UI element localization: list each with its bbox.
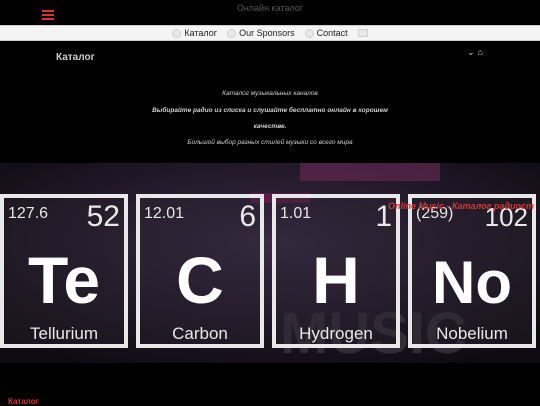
element-mass: 12.01 xyxy=(144,205,184,222)
nav-label: Contact xyxy=(316,28,348,38)
element-symbol: No xyxy=(432,249,512,316)
element-name: Nobelium xyxy=(436,324,508,343)
element-mass: 1.01 xyxy=(280,205,311,222)
nav-item-catalog[interactable]: Каталог xyxy=(172,28,217,38)
nav-bullet-icon xyxy=(172,28,182,38)
element-number: 6 xyxy=(239,200,256,233)
element-tile: 12.01 6 C Carbon xyxy=(136,194,264,348)
description-line: Выбирайте радио из списка и слушайте бес… xyxy=(152,107,388,114)
header-icons: ⌄ ⌂ xyxy=(467,47,483,58)
element-name: Hydrogen xyxy=(299,324,373,343)
top-bar: Онлайн каталог xyxy=(0,0,540,26)
element-tile: 127.6 52 Te Tellurium xyxy=(0,194,128,348)
element-symbol: Te xyxy=(28,243,100,317)
banner-artwork: MUSIC 127.6 52 Te Tellurium 12.01 6 C Ca… xyxy=(0,163,540,363)
nav-item-sponsors[interactable]: Our Sponsors xyxy=(227,28,295,38)
element-tile: (259) 102 No Nobelium xyxy=(408,194,536,348)
nav-bullet-icon xyxy=(227,28,237,38)
nav-label: Our Sponsors xyxy=(239,28,295,38)
chevron-down-icon[interactable]: ⌄ xyxy=(467,47,475,58)
page-title: Каталог xyxy=(56,52,95,63)
element-number: 52 xyxy=(87,200,120,233)
marquee-text: Online Music - Каталог радиост xyxy=(387,201,534,211)
site-title: Онлайн каталог xyxy=(236,3,304,13)
element-name: Tellurium xyxy=(30,324,98,343)
description-line: качестве. xyxy=(253,123,287,130)
nav-item-contact[interactable]: Contact xyxy=(304,28,348,38)
nav-label: Каталог xyxy=(184,28,218,38)
element-name: Carbon xyxy=(172,324,228,343)
element-tile: 1.01 1 H Hydrogen xyxy=(272,194,400,348)
nav-extra-icon[interactable] xyxy=(357,29,368,37)
element-mass: 127.6 xyxy=(8,205,48,222)
nav-bar: Каталог Our Sponsors Contact xyxy=(0,25,540,41)
description-line: Большой выбор разных стилей музыки со вс… xyxy=(187,139,353,146)
nav-bullet-icon xyxy=(304,28,314,38)
element-symbol: H xyxy=(312,243,360,317)
description-line: Каталог музыкальных каналов xyxy=(222,90,318,97)
element-symbol: C xyxy=(176,243,224,317)
techno-banner: MUSIC 127.6 52 Te Tellurium 12.01 6 C Ca… xyxy=(0,163,540,363)
home-icon[interactable]: ⌂ xyxy=(478,47,483,58)
